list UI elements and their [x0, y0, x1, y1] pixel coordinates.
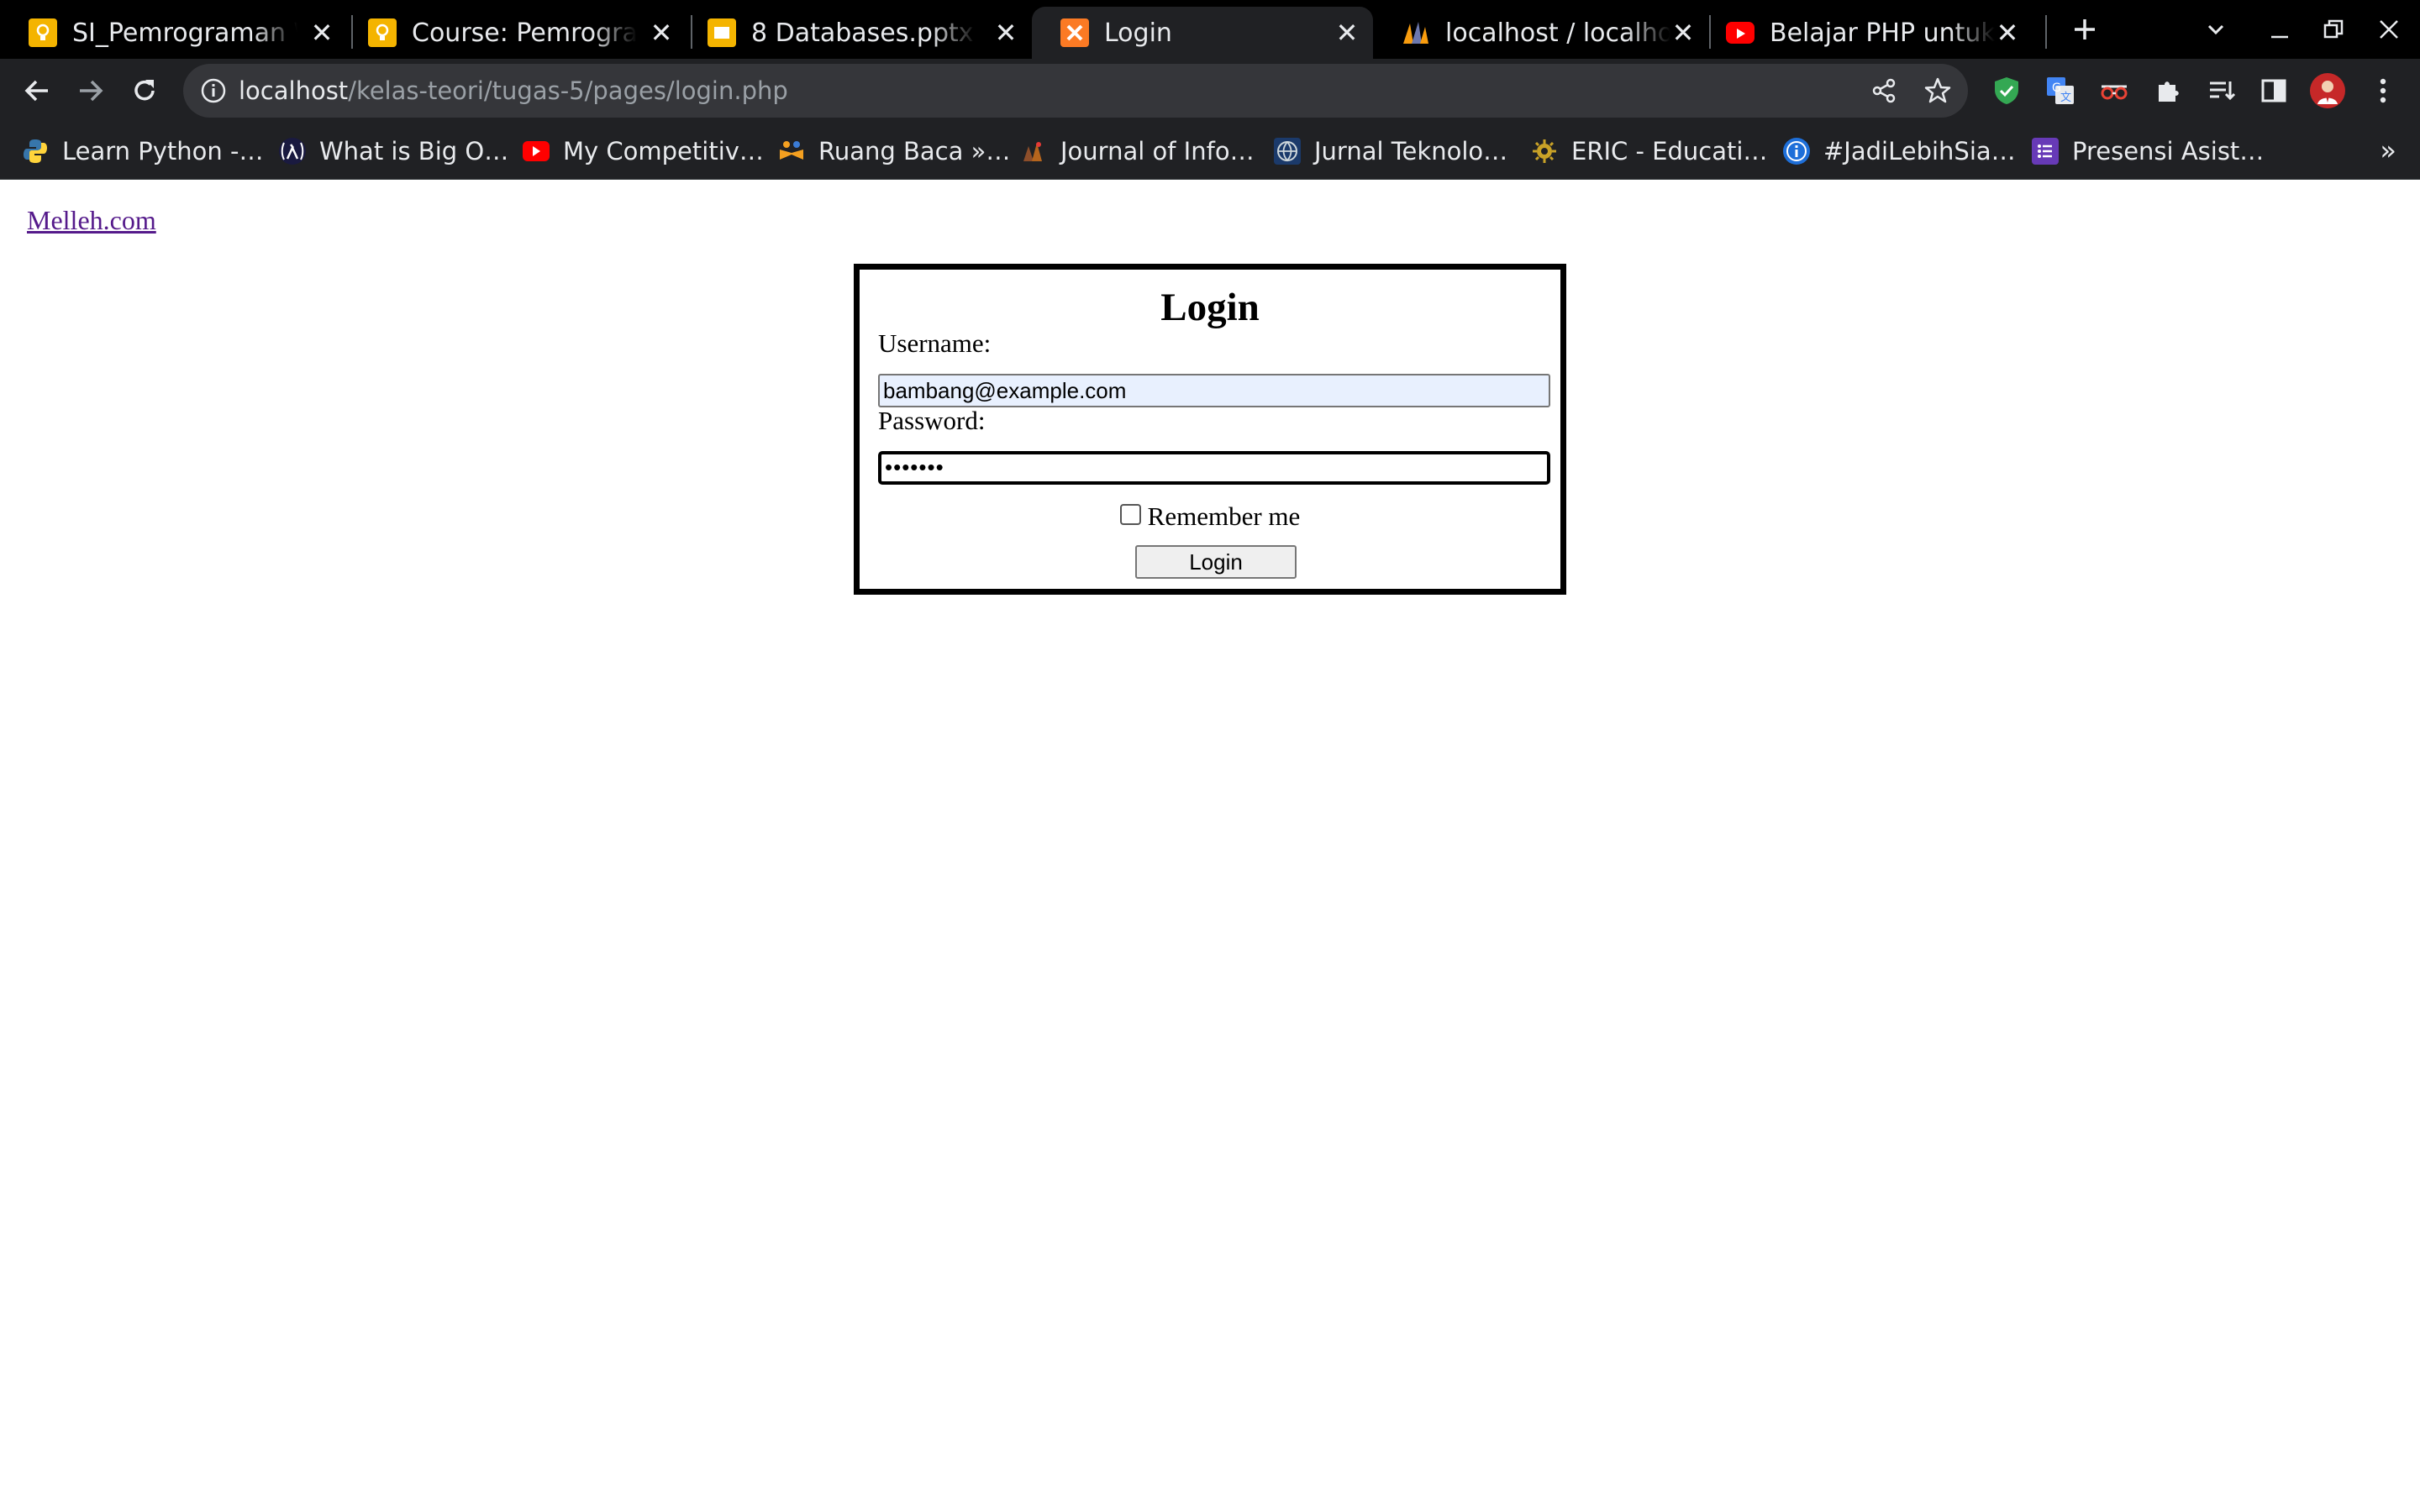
close-icon[interactable]: ✕: [992, 18, 1020, 47]
url-path: /kelas-teori/tugas-5/pages/login.php: [348, 76, 788, 105]
tab-title: localhost / localhost: [1445, 18, 1670, 48]
bookmark-ruang-baca[interactable]: Ruang Baca »…: [778, 123, 1010, 180]
bookmark-label: Ruang Baca »…: [818, 137, 1011, 165]
tab-title: Course: Pemrograman: [412, 18, 637, 48]
translate-icon[interactable]: G文: [2039, 69, 2082, 113]
forward-button[interactable]: [69, 69, 113, 113]
bookmark-label: #JadiLebihSia…: [1823, 137, 2016, 165]
new-tab-button[interactable]: [2064, 8, 2106, 50]
bookmark-jadi-lebih-siap[interactable]: #JadiLebihSia…: [1783, 123, 2016, 180]
bookmark-label: ERIC - Educati…: [1571, 137, 1768, 165]
address-bar[interactable]: localhost/kelas-teori/tugas-5/pages/logi…: [183, 64, 1968, 118]
close-icon[interactable]: ✕: [1333, 18, 1361, 47]
login-form: Login Username: bambang@example.com Pass…: [854, 264, 1566, 595]
lambda-icon: [279, 138, 306, 165]
bookmark-big-o[interactable]: What is Big O…: [279, 123, 508, 180]
tab-databases[interactable]: 8 Databases.pptx - Google ✕: [679, 7, 1032, 59]
youtube-icon: [523, 141, 550, 161]
tab-title: Belajar PHP untuk PE: [1770, 18, 1995, 48]
spy-glasses-icon[interactable]: [2092, 69, 2136, 113]
menu-kebab-icon[interactable]: [2361, 69, 2405, 113]
browser-toolbar: localhost/kelas-teori/tugas-5/pages/logi…: [0, 59, 2420, 123]
tab-course[interactable]: Course: Pemrograman ✕: [339, 7, 687, 59]
tab-search-chevron-icon[interactable]: [2195, 8, 2237, 50]
close-window-button[interactable]: [2368, 8, 2410, 50]
journal-icon: [1020, 138, 1047, 165]
tab-login[interactable]: Login ✕: [1032, 7, 1373, 59]
site-home-link[interactable]: Melleh.com: [27, 205, 156, 236]
youtube-icon: [1726, 22, 1754, 44]
back-button[interactable]: [15, 69, 59, 113]
info-icon: [1783, 138, 1810, 165]
bookmark-label: What is Big O…: [319, 137, 509, 165]
phpmyadmin-icon: [1402, 18, 1430, 47]
profile-avatar[interactable]: [2306, 69, 2349, 113]
password-input[interactable]: •••••••: [878, 451, 1550, 485]
close-icon[interactable]: ✕: [308, 18, 336, 47]
adblock-shield-icon[interactable]: [1985, 69, 2028, 113]
bookmarks-bar: Learn Python -… What is Big O… My Compet…: [0, 123, 2420, 180]
bookmark-label: Learn Python -…: [62, 137, 264, 165]
bookmark-my-competitive[interactable]: My Competitiv…: [523, 123, 764, 180]
tab-belajar-php[interactable]: Belajar PHP untuk PE ✕: [1697, 7, 2033, 59]
classroom-icon: [368, 18, 397, 47]
close-icon[interactable]: ✕: [1669, 18, 1697, 47]
tab-phpmyadmin[interactable]: localhost / localhost ✕: [1373, 7, 1709, 59]
tab-si-pemrograman[interactable]: SI_Pemrograman Web ✕: [0, 7, 348, 59]
url-text[interactable]: localhost/kelas-teori/tugas-5/pages/logi…: [239, 64, 788, 118]
bookmark-presensi[interactable]: Presensi Asist…: [2032, 123, 2264, 180]
bookmark-label: Presensi Asist…: [2072, 137, 2265, 165]
tab-strip: SI_Pemrograman Web ✕ Course: Pemrograman…: [0, 0, 2420, 59]
extensions-puzzle-icon[interactable]: [2146, 69, 2190, 113]
bookmark-label: Journal of Info…: [1060, 137, 1255, 165]
forms-icon: [2032, 138, 2059, 165]
globe-icon: [1274, 138, 1301, 165]
tab-title: 8 Databases.pptx - Google: [751, 18, 976, 48]
slides-icon: [708, 18, 736, 47]
tab-title: Login: [1104, 18, 1172, 48]
svg-text:文: 文: [2060, 92, 2071, 104]
site-info-icon[interactable]: [197, 74, 230, 108]
bookmark-learn-python[interactable]: Learn Python -…: [22, 123, 263, 180]
remember-me-checkbox[interactable]: [1119, 503, 1141, 525]
python-icon: [22, 138, 49, 165]
remember-me-label[interactable]: Remember me: [1148, 501, 1301, 532]
xampp-icon: [1060, 18, 1089, 47]
password-label: Password:: [878, 406, 986, 435]
close-icon[interactable]: ✕: [647, 18, 676, 47]
login-heading: Login: [1160, 286, 1260, 329]
reading-list-icon[interactable]: [2200, 69, 2244, 113]
username-input[interactable]: bambang@example.com: [878, 374, 1550, 407]
bookmark-label: My Competitiv…: [563, 137, 764, 165]
bookmark-journal-info[interactable]: Journal of Info…: [1020, 123, 1255, 180]
bookmarks-overflow-chevron-icon[interactable]: »: [2380, 134, 2396, 166]
url-host: localhost: [239, 76, 349, 105]
page-viewport: Melleh.com Login Username: bambang@examp…: [0, 180, 2420, 1512]
reading-icon: [778, 138, 805, 165]
reload-button[interactable]: [123, 69, 166, 113]
remember-me-row: Remember me: [860, 501, 1560, 532]
bookmark-star-icon[interactable]: [1919, 72, 1956, 109]
tab-title: SI_Pemrograman Web: [72, 18, 297, 48]
classroom-icon: [29, 18, 57, 47]
minimize-button[interactable]: [2259, 8, 2301, 50]
share-icon[interactable]: [1865, 72, 1902, 109]
restore-button[interactable]: [2312, 8, 2354, 50]
bookmark-eric[interactable]: ERIC - Educati…: [1531, 123, 1767, 180]
username-label: Username:: [878, 328, 992, 358]
eric-icon: [1531, 138, 1558, 165]
close-icon[interactable]: ✕: [1993, 18, 2022, 47]
tab-divider: [2045, 15, 2047, 49]
bookmark-label: Jurnal Teknolo…: [1314, 137, 1508, 165]
side-panel-icon[interactable]: [2252, 69, 2296, 113]
login-button[interactable]: Login: [1135, 545, 1297, 579]
bookmark-jurnal-teknologi[interactable]: Jurnal Teknolo…: [1274, 123, 1507, 180]
